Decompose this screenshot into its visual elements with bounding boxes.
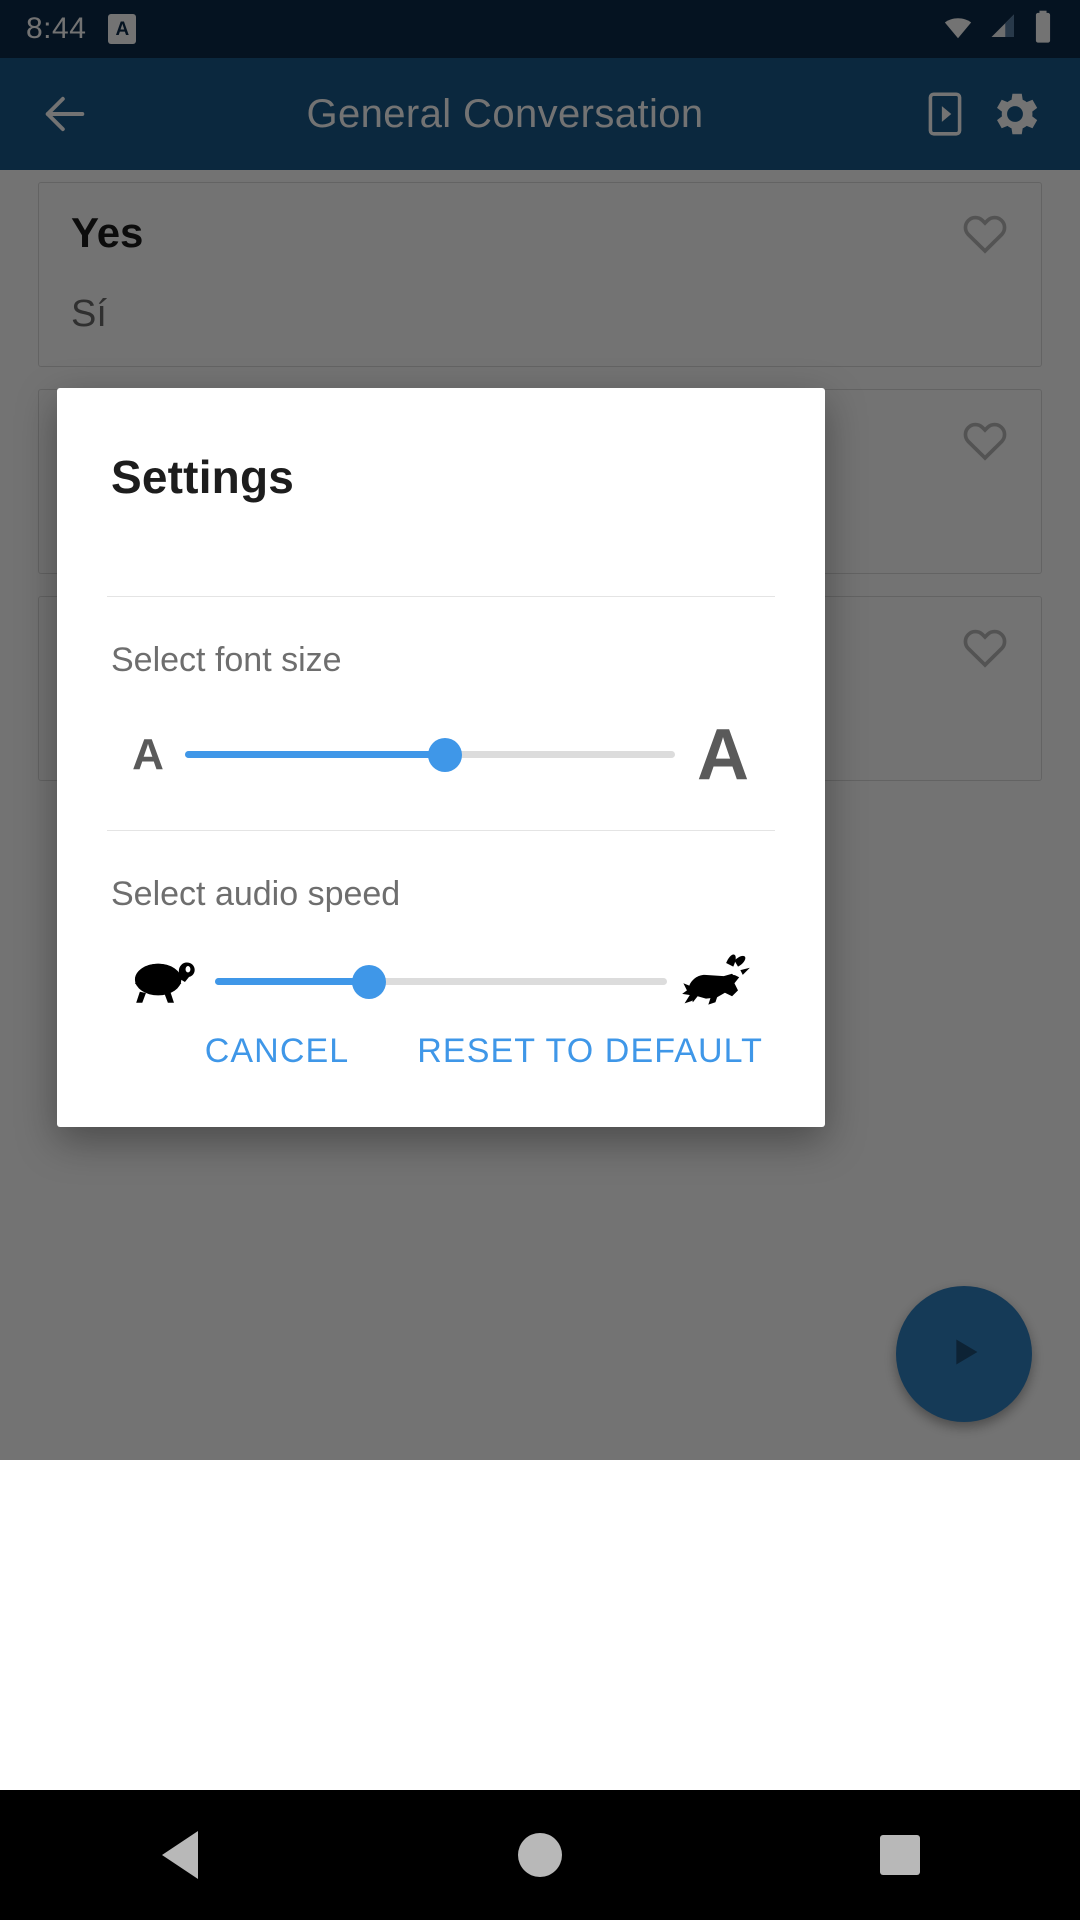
phone-screen: 8:44 A: [0, 0, 1080, 1920]
cancel-button[interactable]: CANCEL: [197, 1016, 358, 1087]
audio-speed-slider-thumb[interactable]: [351, 964, 386, 999]
turtle-icon: [111, 953, 215, 1011]
audio-speed-slider-row[interactable]: [57, 948, 825, 1016]
audio-speed-label: Select audio speed: [111, 874, 401, 913]
font-size-label: Select font size: [111, 640, 342, 679]
font-size-small-label: A: [132, 729, 164, 779]
font-size-track-fill: [185, 751, 445, 759]
settings-dialog: Settings Select font size A A Select aud…: [57, 388, 825, 1127]
reset-to-default-button[interactable]: RESET TO DEFAULT: [409, 1016, 771, 1087]
font-size-slider-row[interactable]: A A: [57, 714, 825, 796]
dialog-action-row: CANCEL RESET TO DEFAULT: [57, 1016, 825, 1127]
audio-speed-track-fill: [215, 978, 369, 986]
dialog-title: Settings: [111, 451, 295, 503]
audio-speed-slider[interactable]: [215, 952, 667, 1012]
rabbit-icon: [667, 952, 771, 1012]
system-navigation-bar: [0, 1790, 1080, 1920]
font-size-slider-thumb[interactable]: [427, 737, 462, 772]
nav-home-icon[interactable]: [480, 1795, 600, 1915]
font-size-large-label: A: [697, 714, 749, 795]
font-size-slider[interactable]: [185, 725, 675, 785]
nav-recents-icon[interactable]: [840, 1795, 960, 1915]
nav-back-icon[interactable]: [120, 1795, 240, 1915]
